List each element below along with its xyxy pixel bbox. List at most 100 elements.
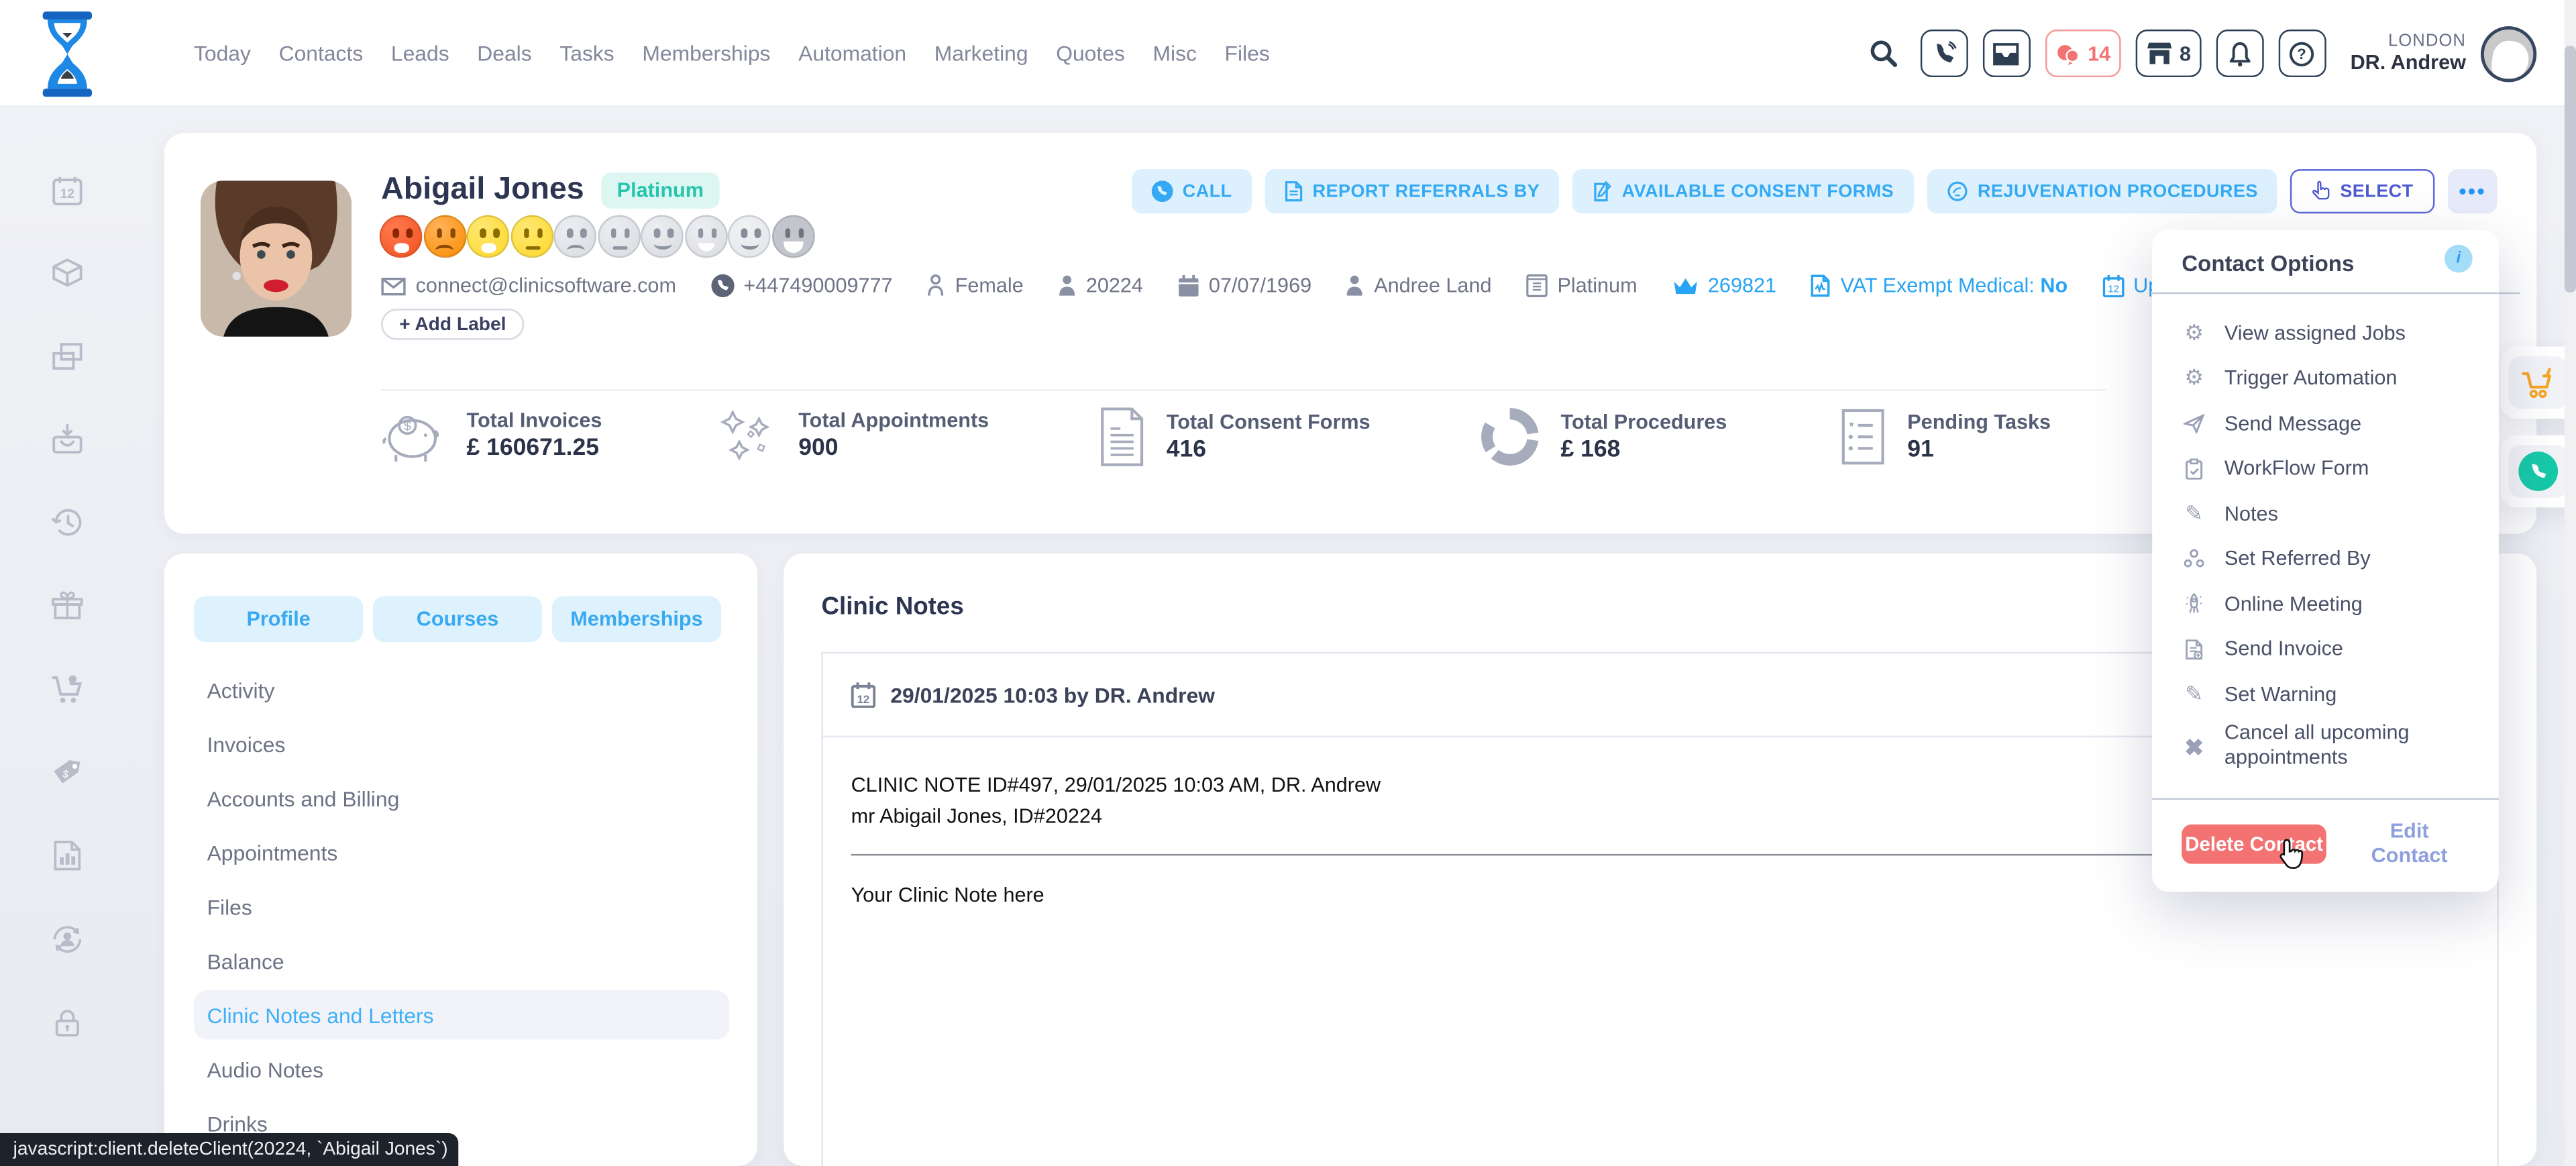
nav-memberships[interactable]: Memberships — [642, 41, 770, 66]
tab-courses[interactable]: Courses — [373, 596, 542, 643]
sidebar-item-balance[interactable]: Balance — [207, 949, 284, 974]
info-icon[interactable]: i — [2445, 245, 2473, 273]
sidebar-item-appointments[interactable]: Appointments — [207, 841, 338, 865]
scrollbar-thumb[interactable] — [2565, 46, 2576, 293]
lock-icon[interactable] — [49, 1005, 85, 1041]
stat-total-appointments: Total Appointments900 — [716, 406, 989, 465]
nav-today[interactable]: Today — [194, 41, 251, 66]
select-button[interactable]: SELECT — [2291, 169, 2435, 213]
edit-contact-button[interactable]: Edit Contact — [2349, 819, 2469, 868]
user-avatar[interactable] — [2481, 25, 2536, 81]
contact-name: Abigail Jones — [381, 172, 584, 209]
nav-misc[interactable]: Misc — [1152, 41, 1196, 66]
inbox-button[interactable] — [1982, 30, 2030, 77]
client-sync-icon[interactable] — [49, 921, 85, 957]
call-button[interactable]: CALL — [1132, 169, 1252, 213]
report-icon[interactable] — [49, 837, 85, 873]
vat-exempt[interactable]: VAT Exempt Medical: No — [1811, 274, 2068, 297]
clipboard-check-icon — [2182, 458, 2206, 479]
menu-item-trigger-automation[interactable]: ⚙Trigger Automation — [2152, 356, 2499, 401]
phone-calls-button[interactable] — [1920, 30, 1968, 77]
sidebar-item-accounts-billing[interactable]: Accounts and Billing — [207, 787, 400, 812]
menu-item-workflow-form[interactable]: WorkFlow Form — [2152, 446, 2499, 491]
cart-settings-icon[interactable] — [49, 672, 85, 708]
contact-gender: Female — [927, 274, 1024, 297]
rejuvenation-button[interactable]: REJUVENATION PROCEDURES — [1927, 169, 2277, 213]
menu-item-online-meeting[interactable]: Online Meeting — [2152, 582, 2499, 627]
mood-icon-6[interactable] — [597, 215, 640, 258]
tier-badge: Platinum — [600, 172, 720, 209]
mood-icon-2[interactable] — [423, 215, 466, 258]
bag-download-icon[interactable] — [49, 422, 85, 458]
contact-phone[interactable]: +447490009777 — [710, 274, 892, 297]
contact-id: 20224 — [1058, 274, 1143, 297]
sidebar-item-invoices[interactable]: Invoices — [207, 733, 286, 757]
mood-icon-10[interactable] — [771, 215, 814, 258]
contact-actions: CALL REPORT REFERRALS BY AVAILABLE CONSE… — [1132, 169, 2498, 213]
consent-forms-button[interactable]: AVAILABLE CONSENT FORMS — [1572, 169, 1913, 213]
menu-item-send-invoice[interactable]: Send Invoice — [2152, 627, 2499, 672]
package-icon[interactable] — [49, 254, 85, 290]
stat-total-procedures: Total Procedures£ 168 — [1479, 406, 1727, 468]
contact-photo[interactable] — [201, 180, 352, 337]
location-label: LONDON — [2351, 32, 2466, 52]
more-options-button[interactable]: ••• — [2448, 169, 2497, 213]
menu-title: Contact Options — [2182, 252, 2354, 276]
app-logo-icon[interactable] — [40, 11, 95, 97]
sidebar-item-clinic-notes-selected[interactable]: Clinic Notes and Letters — [194, 990, 729, 1039]
add-label-button[interactable]: + Add Label — [381, 309, 524, 340]
menu-item-notes[interactable]: ✎Notes — [2152, 491, 2499, 536]
nav-marketing[interactable]: Marketing — [934, 41, 1028, 66]
shop-button[interactable]: 8 — [2135, 30, 2201, 77]
menu-item-set-referred-by[interactable]: Set Referred By — [2152, 536, 2499, 581]
tab-profile[interactable]: Profile — [194, 596, 363, 643]
mood-icon-5[interactable] — [553, 215, 596, 258]
main-nav: Today Contacts Leads Deals Tasks Members… — [194, 0, 1270, 107]
mood-icon-7[interactable] — [641, 215, 684, 258]
sidebar-item-audio-notes[interactable]: Audio Notes — [207, 1057, 323, 1082]
user-info[interactable]: LONDON DR. Andrew — [2351, 32, 2466, 75]
nav-deals[interactable]: Deals — [477, 41, 531, 66]
contact-membership: Platinum — [1526, 274, 1638, 297]
mood-icon-9[interactable] — [728, 215, 771, 258]
cancel-x-icon: ✖ — [2182, 733, 2206, 761]
cart-icon — [2509, 356, 2568, 409]
menu-item-view-assigned-jobs[interactable]: ⚙View assigned Jobs — [2152, 311, 2499, 356]
mood-icon-8[interactable] — [684, 215, 727, 258]
sidebar-item-files[interactable]: Files — [207, 895, 252, 920]
sidebar-item-activity[interactable]: Activity — [207, 678, 275, 703]
menu-item-set-warning[interactable]: ✎Set Warning — [2152, 672, 2499, 717]
duplicate-icon[interactable] — [49, 338, 85, 374]
page-title: Clinic Notes — [821, 593, 963, 621]
notifications-button[interactable] — [2216, 30, 2263, 77]
mood-icon-4[interactable] — [510, 215, 553, 258]
page-scrollbar[interactable] — [2565, 0, 2576, 1166]
gift-icon[interactable] — [49, 588, 85, 624]
stat-total-invoices: $ Total Invoices£ 160671.25 — [381, 406, 602, 465]
messages-button[interactable]: 14 — [2045, 30, 2120, 77]
menu-item-send-message[interactable]: Send Message — [2152, 401, 2499, 445]
nav-quotes[interactable]: Quotes — [1056, 41, 1125, 66]
tab-memberships[interactable]: Memberships — [552, 596, 721, 643]
nav-tasks[interactable]: Tasks — [559, 41, 614, 66]
price-tag-icon[interactable]: $ — [49, 755, 85, 792]
svg-text:?: ? — [2298, 45, 2306, 62]
calendar-icon[interactable]: 12 — [49, 172, 85, 209]
mood-icon-3[interactable] — [467, 215, 510, 258]
invoice-plus-icon — [2182, 639, 2206, 660]
nav-contacts[interactable]: Contacts — [279, 41, 364, 66]
nav-leads[interactable]: Leads — [391, 41, 449, 66]
document-icon — [1097, 406, 1146, 468]
help-button[interactable]: ? — [2278, 30, 2326, 77]
contact-email[interactable]: connect@clinicsoftware.com — [381, 274, 676, 297]
mood-icon-1[interactable] — [380, 215, 423, 258]
nav-automation[interactable]: Automation — [798, 41, 906, 66]
stat-total-consent-forms: Total Consent Forms416 — [1097, 406, 1371, 468]
menu-item-cancel-appointments[interactable]: ✖Cancel all upcoming appointments — [2152, 717, 2499, 782]
report-referrals-button[interactable]: REPORT REFERRALS BY — [1265, 169, 1560, 213]
task-list-icon — [1838, 406, 1887, 468]
svg-text:12: 12 — [60, 187, 74, 201]
search-icon[interactable] — [1868, 38, 1899, 69]
nav-files[interactable]: Files — [1225, 41, 1270, 66]
history-icon[interactable] — [49, 505, 85, 541]
